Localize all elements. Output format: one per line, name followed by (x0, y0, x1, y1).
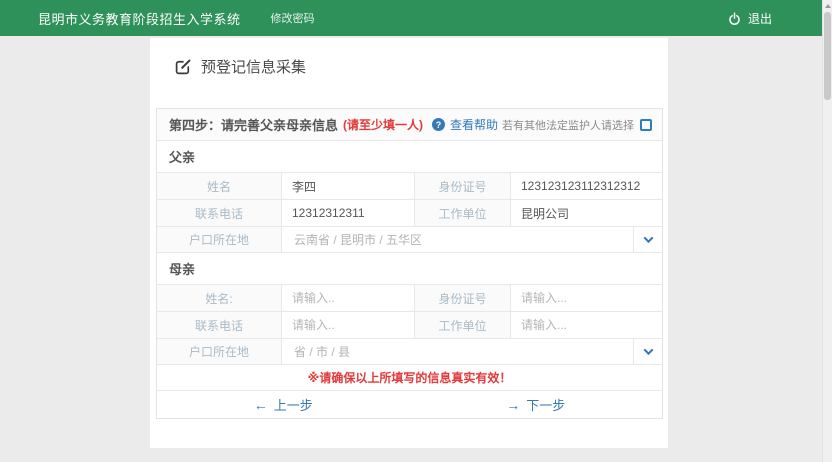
mother-phone-work-row: 联系电话 工作单位 (157, 312, 662, 339)
power-icon (728, 12, 741, 25)
father-phone-label: 联系电话 (157, 200, 282, 226)
top-navbar: 昆明市义务教育阶段招生入学系统 修改密码 退出 (0, 0, 832, 36)
father-phone-input[interactable] (282, 200, 414, 226)
prev-step-button[interactable]: ← 上一步 (157, 391, 410, 418)
app-title: 昆明市义务教育阶段招生入学系统 (38, 9, 241, 28)
mother-residence-label: 户口所在地 (157, 339, 282, 364)
other-guardian-checkbox[interactable] (640, 119, 652, 131)
father-work-cell (511, 200, 662, 226)
logout-label: 退出 (748, 10, 772, 27)
mother-work-label: 工作单位 (415, 312, 511, 338)
mother-id-label: 身份证号 (415, 285, 511, 311)
step-title: 第四步：请完善父亲母亲信息 (169, 115, 338, 134)
father-id-label: 身份证号 (415, 173, 511, 199)
change-password-link[interactable]: 修改密码 (271, 10, 315, 26)
mother-section-title: 母亲 (157, 253, 662, 285)
father-phone-cell (282, 200, 415, 226)
next-step-button[interactable]: → 下一步 (410, 391, 663, 418)
mother-name-cell (282, 285, 415, 311)
father-id-input[interactable] (511, 173, 662, 199)
father-residence-row: 户口所在地 云南省 / 昆明市 / 五华区 (157, 227, 662, 253)
parents-form-table: 第四步：请完善父亲母亲信息 (请至少填一人) ? 查看帮助 若有其他法定监护人请… (156, 108, 663, 419)
help-icon[interactable]: ? (432, 118, 445, 131)
scrollbar-thumb[interactable] (824, 12, 831, 100)
mother-name-input[interactable] (282, 285, 414, 311)
edit-icon (175, 58, 192, 75)
screen: 昆明市义务教育阶段招生入学系统 修改密码 退出 预登记信息采集 第四步：请完善父… (0, 0, 832, 462)
card-header: 预登记信息采集 (150, 38, 668, 77)
mother-residence-value[interactable]: 省 / 市 / 县 (282, 339, 634, 364)
form-card: 预登记信息采集 第四步：请完善父亲母亲信息 (请至少填一人) ? 查看帮助 若有… (150, 38, 668, 448)
father-work-input[interactable] (511, 200, 662, 226)
mother-id-cell (511, 285, 662, 311)
step-header-row: 第四步：请完善父亲母亲信息 (请至少填一人) ? 查看帮助 若有其他法定监护人请… (157, 109, 662, 141)
father-name-input[interactable] (282, 173, 414, 199)
step-navigation: ← 上一步 → 下一步 (157, 391, 662, 418)
mother-id-input[interactable] (511, 285, 662, 311)
other-guardian-option: 若有其他法定监护人请选择 (502, 117, 652, 133)
mother-name-label: 姓名: (157, 285, 282, 311)
prev-step-label: 上一步 (274, 395, 313, 414)
mother-phone-label: 联系电话 (157, 312, 282, 338)
validity-warning: ※请确保以上所填写的信息真实有效！ (157, 365, 662, 391)
other-guardian-label: 若有其他法定监护人请选择 (502, 117, 634, 133)
father-name-id-row: 姓名 身份证号 (157, 173, 662, 200)
scroll-up-arrow-icon[interactable] (825, 4, 831, 8)
arrow-right-icon: → (506, 397, 520, 413)
vertical-scrollbar[interactable] (822, 0, 832, 462)
chevron-down-icon (643, 233, 653, 243)
father-name-label: 姓名 (157, 173, 282, 199)
step-header-left: 第四步：请完善父亲母亲信息 (请至少填一人) ? 查看帮助 (169, 115, 498, 134)
mother-phone-cell (282, 312, 415, 338)
mother-residence-dropdown[interactable] (634, 339, 662, 364)
page-title: 预登记信息采集 (201, 56, 306, 77)
next-step-label: 下一步 (526, 395, 565, 414)
father-section-title: 父亲 (157, 141, 662, 173)
mother-work-input[interactable] (511, 312, 662, 338)
step-hint: (请至少填一人) (343, 116, 423, 133)
father-work-label: 工作单位 (415, 200, 511, 226)
mother-name-id-row: 姓名: 身份证号 (157, 285, 662, 312)
logout-button[interactable]: 退出 (728, 0, 772, 36)
mother-phone-input[interactable] (282, 312, 414, 338)
father-id-cell (511, 173, 662, 199)
father-phone-work-row: 联系电话 工作单位 (157, 200, 662, 227)
mother-residence-row: 户口所在地 省 / 市 / 县 (157, 339, 662, 365)
father-residence-label: 户口所在地 (157, 227, 282, 252)
father-residence-dropdown[interactable] (634, 227, 662, 252)
father-residence-value[interactable]: 云南省 / 昆明市 / 五华区 (282, 227, 634, 252)
chevron-down-icon (643, 345, 653, 355)
view-help-link[interactable]: 查看帮助 (450, 116, 498, 133)
mother-work-cell (511, 312, 662, 338)
arrow-left-icon: ← (254, 397, 268, 413)
father-name-cell (282, 173, 415, 199)
